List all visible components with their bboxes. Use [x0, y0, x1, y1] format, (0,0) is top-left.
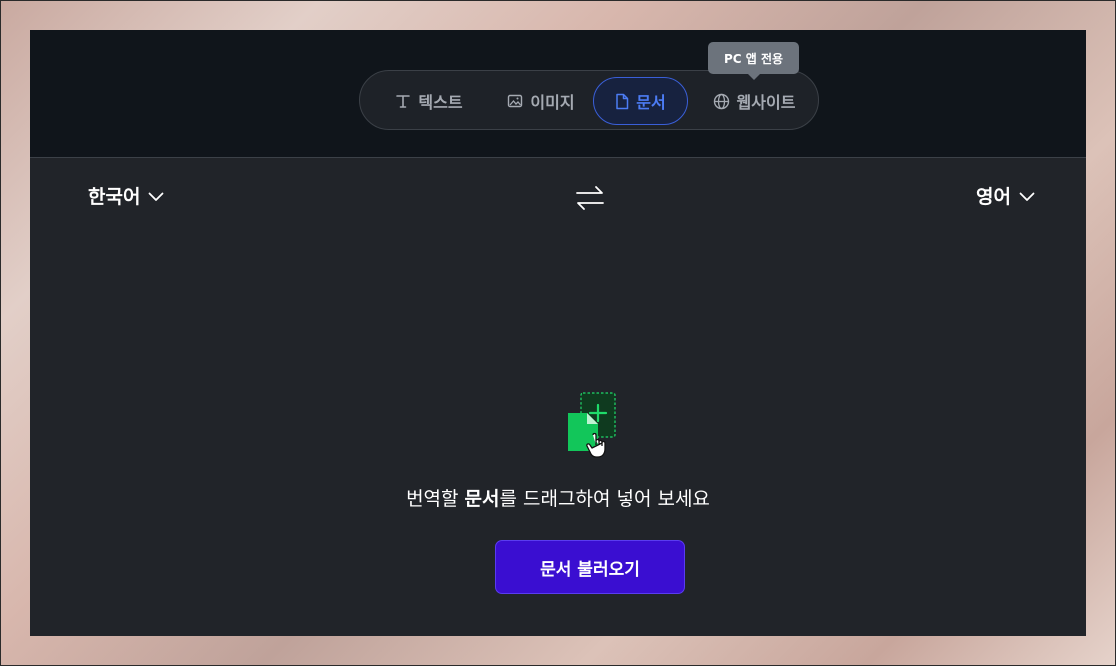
tab-text-label: 텍스트	[418, 93, 463, 112]
globe-icon	[713, 93, 730, 110]
tab-document-label: 문서	[636, 93, 666, 112]
swap-arrows-icon	[575, 186, 605, 215]
tab-website[interactable]: 웹사이트	[699, 77, 809, 125]
image-icon	[507, 93, 523, 109]
source-language-select[interactable]: 한국어	[88, 182, 164, 209]
target-language-select[interactable]: 영어	[976, 182, 1035, 209]
source-language-label: 한국어	[88, 186, 141, 208]
pc-app-only-tooltip: PC 앱 전용	[708, 42, 799, 80]
drop-text-before: 번역할	[406, 488, 465, 510]
tooltip-text: PC 앱 전용	[723, 51, 784, 66]
tab-website-label: 웹사이트	[736, 93, 796, 112]
load-document-button[interactable]: 문서 불러오기	[495, 540, 685, 594]
swap-languages-button[interactable]	[575, 185, 605, 211]
tab-document[interactable]: 문서	[593, 77, 688, 125]
target-language-label: 영어	[976, 186, 1011, 208]
translator-panel: 텍스트 이미지 문서 웹사이트 PC 앱 전용 한국어 영어 번역할 문서를 드…	[30, 30, 1086, 636]
drop-text-bold: 문서	[464, 488, 500, 510]
tooltip-arrow	[748, 74, 760, 80]
drop-text-after: 를 드래그하여 넣어 보세요	[499, 488, 710, 510]
mode-bar: 텍스트 이미지 문서 웹사이트 PC 앱 전용	[30, 30, 1086, 158]
chevron-down-icon	[148, 185, 164, 207]
document-icon	[615, 93, 629, 110]
tab-text[interactable]: 텍스트	[374, 77, 484, 125]
text-t-icon	[395, 93, 411, 109]
tab-image[interactable]: 이미지	[486, 77, 596, 125]
load-document-label: 문서 불러오기	[540, 559, 640, 580]
document-drop-icon	[566, 392, 618, 462]
tab-image-label: 이미지	[530, 93, 575, 112]
drop-instruction: 번역할 문서를 드래그하여 넣어 보세요	[30, 484, 1086, 511]
chevron-down-icon	[1019, 185, 1035, 207]
